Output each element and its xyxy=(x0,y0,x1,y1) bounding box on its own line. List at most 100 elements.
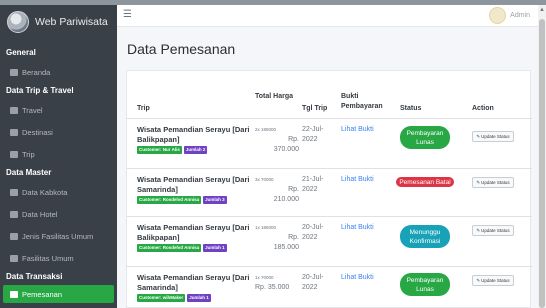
lihat-bukti-link[interactable]: Lihat Bukti xyxy=(341,273,374,283)
lihat-bukti-link[interactable]: Lihat Bukti xyxy=(341,223,374,233)
update-status-label: Update Status xyxy=(481,228,510,233)
edit-icon: ✎ xyxy=(476,277,481,283)
table-row: Wisata Pemandian Serayu [Dari Balikpapan… xyxy=(127,119,532,168)
building-icon xyxy=(10,188,18,196)
sidebar-heading-general: General xyxy=(6,48,36,57)
cart-icon xyxy=(10,290,18,298)
facility-icon xyxy=(10,254,18,262)
sidebar-item-label: Destinasi xyxy=(22,127,53,137)
menu-toggle-icon[interactable]: ☰ xyxy=(123,9,132,20)
update-status-button[interactable]: ✎ Update Status xyxy=(472,275,514,286)
tgl-trip: 22-Jul-2022 xyxy=(302,126,324,143)
trip-name: Wisata Pemandian Serayu [Dari Samarinda] xyxy=(137,175,250,194)
harga-total: 370.000 xyxy=(273,146,299,153)
total-harga: 3x 70000 Rp. 210.000 xyxy=(255,175,299,205)
sidebar-heading-transaksi: Data Transaksi xyxy=(6,272,63,281)
edit-icon: ✎ xyxy=(476,133,481,139)
tgl-trip: 21-Jul-2022 xyxy=(302,176,324,193)
sidebar-item-pemesanan[interactable]: Pemesanan xyxy=(3,285,114,303)
sidebar-item-label: Data Kabkota xyxy=(22,187,68,197)
sidebar-heading-master: Data Master xyxy=(6,168,52,177)
sidebar-item-hotel[interactable]: Data Hotel xyxy=(0,203,117,225)
harga-currency: Rp. xyxy=(288,186,299,193)
harga-currency: Rp. xyxy=(288,234,299,241)
sidebar-item-label: Data Hotel xyxy=(22,209,58,219)
harga-total: 210.000 xyxy=(273,196,299,203)
update-status-label: Update Status xyxy=(481,134,510,139)
trip-icon xyxy=(10,150,18,158)
table-row: Wisata Pemandian Serayu [Dari Samarinda]… xyxy=(127,169,532,218)
sidebar-item-label: Fasilitas Umum xyxy=(22,253,74,263)
brand-name: Web Pariwisata xyxy=(35,16,108,28)
main-content: Data Pemesanan Trip Total Harga Tgl Trip… xyxy=(117,27,538,308)
total-harga: 1x 70000 Rp. 35.000 xyxy=(255,273,299,293)
harga-currency: Rp. xyxy=(288,136,299,143)
topbar: ☰ Admin xyxy=(117,5,538,27)
col-header-action: Action xyxy=(472,105,494,112)
sidebar-item-label: Trip xyxy=(22,149,35,159)
status-badge: Pembayaran Lunas xyxy=(400,126,450,149)
jumlah-badge: Jumlah 3 xyxy=(203,196,227,204)
total-harga: 1x 185000 Rp. 185.000 xyxy=(255,223,299,253)
jumlah-badge: Jumlah 1 xyxy=(203,244,227,252)
status-badge: Menunggu Konfirmasi xyxy=(400,225,450,248)
scrollbar-thumb[interactable] xyxy=(539,19,545,308)
page-scrollbar[interactable]: ▲ xyxy=(538,5,546,308)
tgl-trip: 20-Jul-2022 xyxy=(302,274,324,291)
sidebar-item-label: Travel xyxy=(22,105,43,115)
sidebar-item-label: Pemesanan xyxy=(22,289,63,299)
sidebar-item-travel[interactable]: Travel xyxy=(0,99,117,121)
trip-name: Wisata Pemandian Serayu [Dari Samarinda] xyxy=(137,273,250,292)
col-header-total-harga: Total Harga xyxy=(255,93,293,100)
tgl-trip: 20-Jul-2022 xyxy=(302,224,324,241)
destination-icon xyxy=(10,128,18,136)
sidebar-item-destinasi[interactable]: Destinasi xyxy=(0,121,117,143)
trip-name: Wisata Pemandian Serayu [Dari Balikpapan… xyxy=(137,223,250,242)
sidebar: Web Pariwisata General Beranda Data Trip… xyxy=(0,5,117,308)
harga-total: 185.000 xyxy=(273,244,299,251)
brand-logo-icon xyxy=(7,11,29,33)
customer-badge: Customer: Rosdelvd Annisa xyxy=(137,196,202,204)
scroll-up-icon[interactable]: ▲ xyxy=(538,7,546,13)
edit-icon: ✎ xyxy=(476,179,481,185)
sidebar-item-trip[interactable]: Trip xyxy=(0,143,117,165)
update-status-button[interactable]: ✎ Update Status xyxy=(472,177,514,188)
customer-badge: Customer: wihMaker xyxy=(137,294,186,302)
customer-badge: Customer: Rosdelvd Annisa xyxy=(137,244,202,252)
status-badge: Pemesanan Batal xyxy=(396,177,454,187)
update-status-button[interactable]: ✎ Update Status xyxy=(472,131,514,142)
user-name: Admin xyxy=(510,12,530,19)
col-header-status: Status xyxy=(400,105,422,112)
user-menu[interactable]: Admin xyxy=(489,7,530,24)
sidebar-item-kabkota[interactable]: Data Kabkota xyxy=(0,181,117,203)
col-header-bukti: Bukti Pembayaran xyxy=(341,93,383,110)
sidebar-item-label: Jenis Fasilitas Umum xyxy=(22,231,94,241)
table-row: Wisata Pemandian Serayu [Dari Balikpapan… xyxy=(127,217,532,266)
edit-icon: ✎ xyxy=(476,227,481,233)
lihat-bukti-link[interactable]: Lihat Bukti xyxy=(341,125,374,135)
hotel-icon xyxy=(10,210,18,218)
harga-qty: 1x 70000 xyxy=(255,275,274,280)
update-status-button[interactable]: ✎ Update Status xyxy=(472,225,514,236)
orders-table-card: Trip Total Harga Tgl Trip Bukti Pembayar… xyxy=(126,70,532,308)
sidebar-item-label: Beranda xyxy=(22,67,51,77)
harga-qty: 1x 185000 xyxy=(255,225,277,230)
harga-total: Rp. 35.000 xyxy=(255,284,290,291)
col-header-tgl-trip: Tgl Trip xyxy=(302,105,328,112)
sidebar-item-beranda[interactable]: Beranda xyxy=(0,61,117,83)
update-status-label: Update Status xyxy=(481,278,510,283)
jumlah-badge: Jumlah 2 xyxy=(183,146,208,154)
status-badge: Pembayaran Lunas xyxy=(400,273,450,296)
home-icon xyxy=(10,68,18,76)
update-status-label: Update Status xyxy=(481,180,510,185)
table-row: Wisata Pemandian Serayu [Dari Samarinda]… xyxy=(127,267,532,308)
brand[interactable]: Web Pariwisata xyxy=(0,5,117,39)
page-title: Data Pemesanan xyxy=(127,41,236,57)
trip-name: Wisata Pemandian Serayu [Dari Balikpapan… xyxy=(137,125,250,144)
avatar xyxy=(489,7,507,24)
lihat-bukti-link[interactable]: Lihat Bukti xyxy=(341,175,374,185)
col-header-trip: Trip xyxy=(137,105,150,112)
sidebar-item-jenis-fasilitas[interactable]: Jenis Fasilitas Umum xyxy=(0,225,117,247)
sidebar-item-fasilitas-umum[interactable]: Fasilitas Umum xyxy=(0,247,117,269)
customer-badge: Customer: Nur Alis xyxy=(137,146,182,154)
